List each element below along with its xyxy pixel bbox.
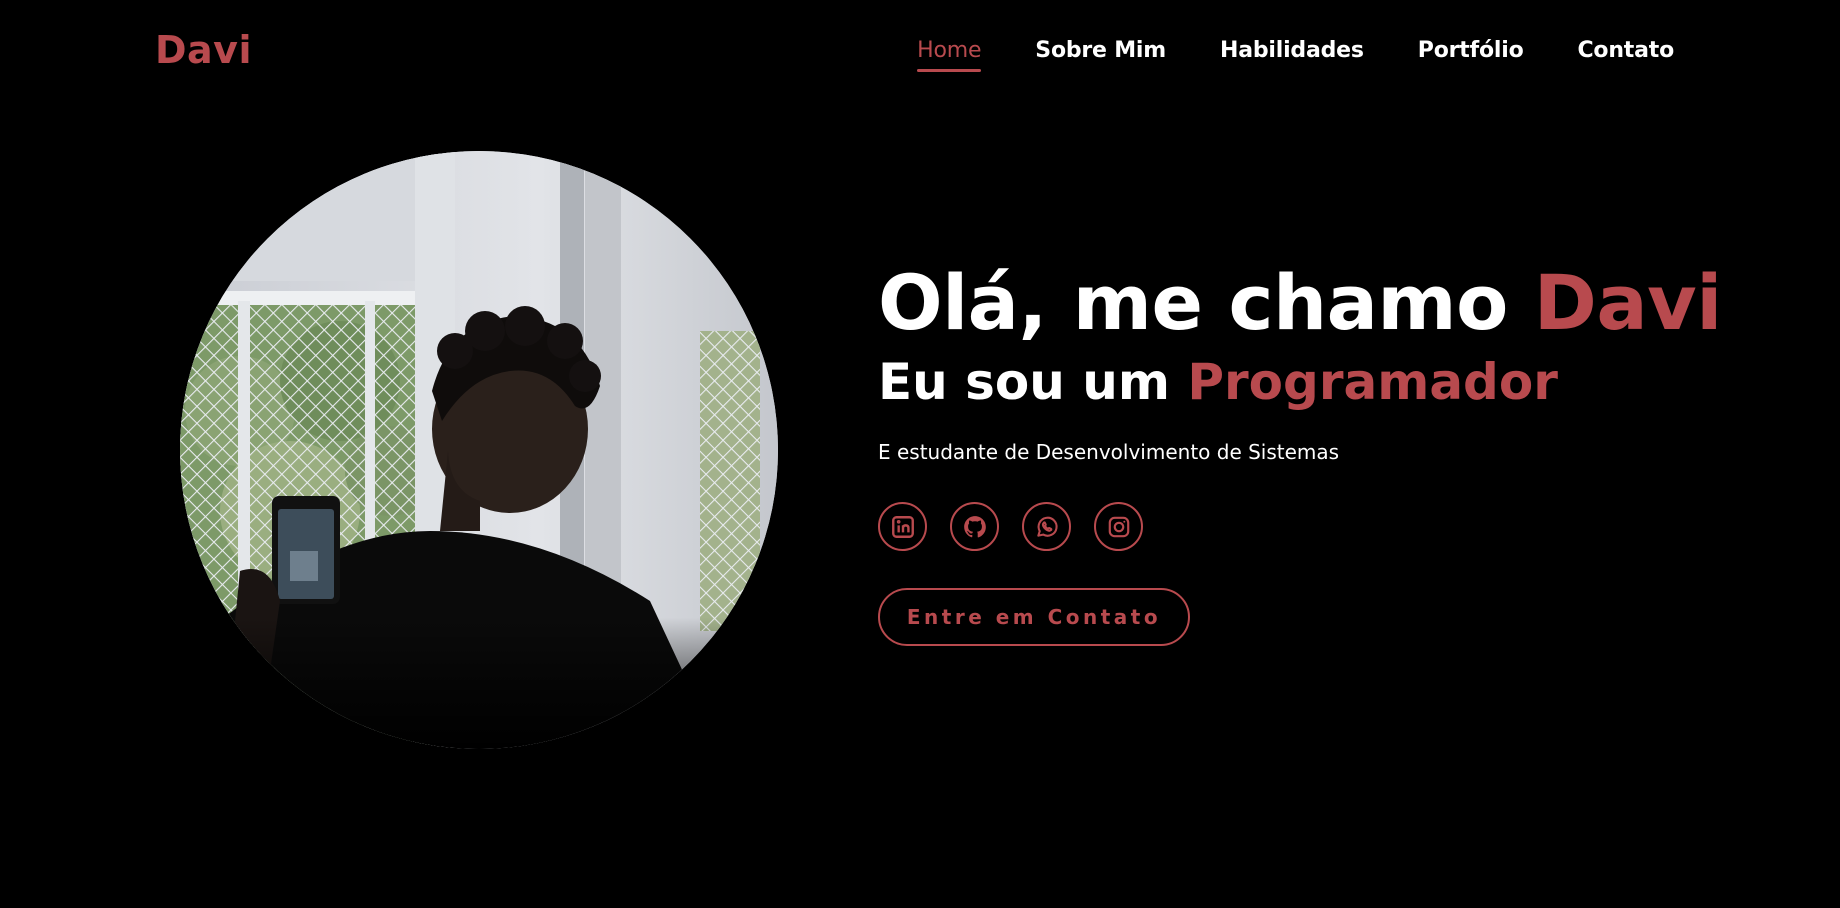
- nav-link-home[interactable]: Home: [917, 38, 981, 72]
- contact-button[interactable]: Entre em Contato: [878, 588, 1190, 646]
- linkedin-link[interactable]: [878, 502, 927, 551]
- nav-link-portfolio[interactable]: Portfólio: [1418, 38, 1524, 69]
- hero-greeting: Olá, me chamo Davi: [878, 258, 1778, 348]
- social-links: [878, 502, 1778, 551]
- github-icon: [962, 514, 988, 540]
- main-nav: Home Sobre Mim Habilidades Portfólio Con…: [917, 38, 1674, 72]
- instagram-icon: [1106, 514, 1132, 540]
- profile-photo-illustration: [180, 151, 778, 749]
- role-prefix: Eu sou um: [878, 353, 1188, 411]
- hero-role: Eu sou um Programador: [878, 352, 1778, 412]
- site-header: Davi Home Sobre Mim Habilidades Portfóli…: [0, 0, 1840, 106]
- hero-section: Olá, me chamo Davi Eu sou um Programador…: [878, 258, 1778, 646]
- role-highlight: Programador: [1187, 353, 1558, 411]
- greeting-prefix: Olá, me chamo: [878, 258, 1534, 347]
- profile-photo: [180, 151, 778, 749]
- whatsapp-link[interactable]: [1022, 502, 1071, 551]
- hero-subtitle: E estudante de Desenvolvimento de Sistem…: [878, 440, 1340, 464]
- whatsapp-icon: [1034, 514, 1060, 540]
- linkedin-icon: [890, 514, 916, 540]
- greeting-name: Davi: [1533, 258, 1722, 347]
- nav-link-sobre-mim[interactable]: Sobre Mim: [1035, 38, 1166, 69]
- github-link[interactable]: [950, 502, 999, 551]
- instagram-link[interactable]: [1094, 502, 1143, 551]
- site-logo[interactable]: Davi: [155, 28, 252, 72]
- nav-link-habilidades[interactable]: Habilidades: [1220, 38, 1364, 69]
- nav-link-contato[interactable]: Contato: [1577, 38, 1674, 69]
